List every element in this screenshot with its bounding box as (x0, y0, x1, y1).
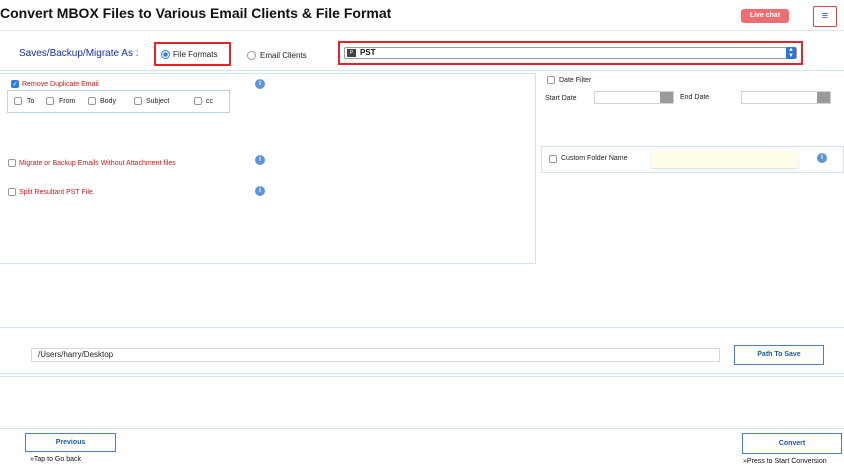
to-label[interactable]: To (27, 98, 34, 105)
email-clients-label[interactable]: Email Clients (260, 51, 307, 60)
subject-label[interactable]: Subject (146, 98, 169, 105)
hamburger-icon: ≡ (821, 10, 829, 22)
cc-checkbox[interactable] (194, 97, 202, 105)
info-icon[interactable]: i (255, 79, 265, 89)
custom-folder-label[interactable]: Custom Folder Name (561, 155, 628, 162)
pst-file-icon: P (347, 49, 356, 57)
remove-duplicate-checkbox[interactable]: ✓ (11, 80, 19, 88)
start-date-label: Start Date (545, 95, 577, 102)
saves-row: Saves/Backup/Migrate As : File Formats E… (0, 31, 844, 71)
menu-button[interactable]: ≡ (813, 6, 837, 27)
format-select-value: PST (360, 48, 376, 57)
body-label[interactable]: Body (100, 98, 116, 105)
convert-hint: »Press to Start Conversion (743, 458, 827, 465)
file-formats-radio[interactable] (161, 50, 170, 59)
without-attachment-checkbox[interactable] (8, 159, 16, 167)
divider (0, 376, 844, 377)
end-date-label: End Date (680, 94, 710, 101)
split-pst-checkbox[interactable] (8, 188, 16, 196)
app-window: Convert MBOX Files to Various Email Clie… (0, 0, 844, 471)
info-icon[interactable]: i (255, 155, 265, 165)
convert-button[interactable]: Convert (742, 433, 842, 454)
calendar-icon[interactable] (817, 92, 830, 103)
chevron-up-down-icon: ▲ ▼ (786, 47, 796, 59)
live-chat-button[interactable]: Live chat (741, 9, 789, 23)
cc-label[interactable]: cc (206, 98, 213, 105)
path-to-save-button[interactable]: Path To Save (734, 345, 824, 365)
destination-path-input[interactable]: /Users/harry/Desktop (31, 348, 720, 362)
previous-hint: »Tap to Go back (30, 456, 81, 463)
without-attachment-label[interactable]: Migrate or Backup Emails Without Attachm… (19, 160, 176, 167)
file-formats-highlight: File Formats (154, 42, 231, 66)
custom-folder-input[interactable] (651, 151, 798, 168)
email-clients-radio[interactable] (247, 51, 256, 60)
previous-button[interactable]: Previous (25, 433, 116, 452)
end-date-input[interactable] (741, 91, 831, 104)
date-filter-label[interactable]: Date Filter (559, 77, 591, 84)
format-select[interactable]: P PST ▲ ▼ (344, 47, 797, 59)
page-title: Convert MBOX Files to Various Email Clie… (0, 5, 392, 21)
remove-duplicate-label[interactable]: Remove Duplicate Email (22, 81, 99, 88)
format-select-highlight: P PST ▲ ▼ (338, 41, 803, 65)
info-icon[interactable]: i (255, 186, 265, 196)
divider (0, 373, 844, 374)
from-checkbox[interactable] (46, 97, 54, 105)
subject-checkbox[interactable] (134, 97, 142, 105)
footer-divider (0, 428, 844, 429)
header: Convert MBOX Files to Various Email Clie… (0, 0, 844, 31)
divider (0, 327, 844, 328)
saves-label: Saves/Backup/Migrate As : (19, 48, 139, 59)
body-checkbox[interactable] (88, 97, 96, 105)
custom-folder-checkbox[interactable] (549, 155, 557, 163)
file-formats-label[interactable]: File Formats (173, 50, 217, 59)
calendar-icon[interactable] (660, 92, 673, 103)
from-label[interactable]: From (59, 98, 75, 105)
date-filter-checkbox[interactable] (547, 76, 555, 84)
to-checkbox[interactable] (14, 97, 22, 105)
split-pst-label[interactable]: Split Resultant PST File. (19, 189, 95, 196)
start-date-input[interactable] (594, 91, 674, 104)
info-icon[interactable]: i (817, 153, 827, 163)
